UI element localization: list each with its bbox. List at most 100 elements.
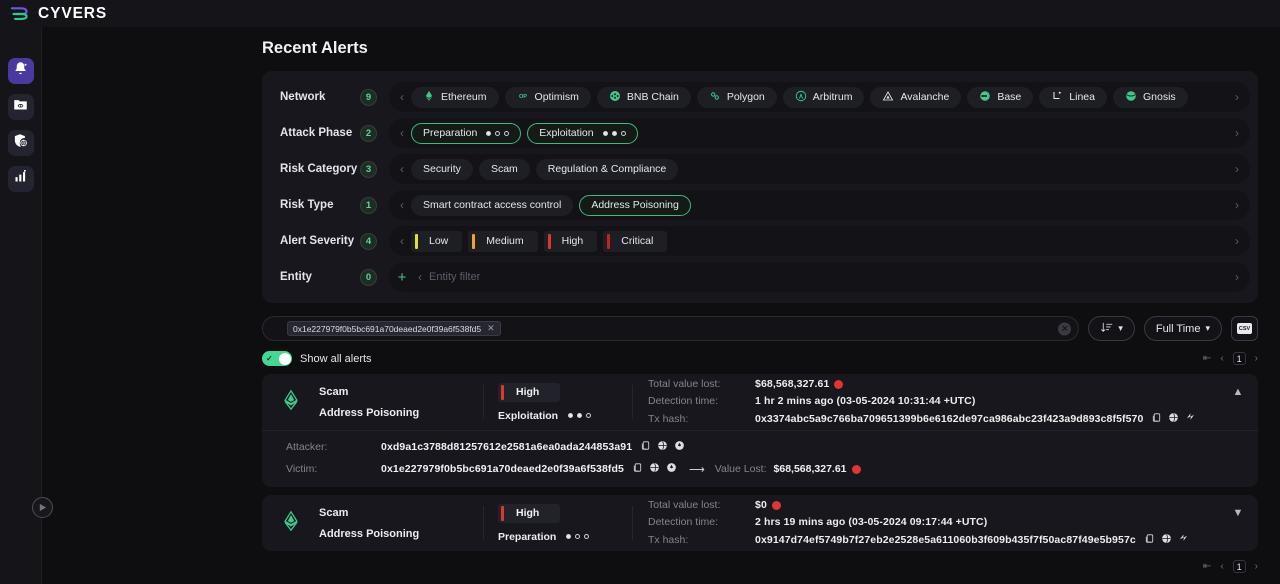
chip-polygon[interactable]: Polygon (697, 87, 777, 108)
scroll-left-icon[interactable]: ‹ (393, 90, 411, 104)
chip-regulation-compliance[interactable]: Regulation & Compliance (536, 159, 678, 180)
search-input[interactable]: 0x1e227979f0b5bc691a70deaed2e0f39a6f538f… (262, 316, 1079, 341)
alert-expand-toggle[interactable]: ▼ (1218, 495, 1258, 551)
sidebar-item-investigations[interactable] (8, 94, 34, 120)
scroll-right-icon[interactable]: › (1228, 270, 1246, 284)
page-title: Recent Alerts (262, 39, 1280, 58)
filter-track: ‹ Low Medium High Critical › (389, 226, 1250, 256)
chip-security[interactable]: Security (411, 159, 473, 180)
chip-base[interactable]: Base (967, 87, 1033, 108)
first-page-icon[interactable]: ⇤ (1203, 353, 1211, 364)
csv-export-button[interactable]: CSV (1231, 316, 1258, 341)
etherscan-icon[interactable] (666, 462, 677, 476)
chip-bnb-chain[interactable]: BNB Chain (597, 87, 691, 108)
etherscan-icon[interactable] (1178, 533, 1189, 547)
close-icon[interactable]: ✕ (487, 323, 495, 334)
chip-ethereum[interactable]: Ethereum (411, 87, 499, 108)
filter-count: 2 (360, 125, 377, 142)
sidebar-item-analytics[interactable] (8, 166, 34, 192)
chip-scam[interactable]: Scam (479, 159, 530, 180)
prev-page-icon[interactable]: ‹ (1220, 561, 1223, 572)
scroll-left-icon[interactable]: ‹ (393, 234, 411, 248)
ethereum-icon (423, 90, 435, 105)
scroll-right-icon[interactable]: › (1228, 234, 1246, 248)
scroll-right-icon[interactable]: › (1228, 90, 1246, 104)
severity-high[interactable]: High (544, 231, 598, 252)
first-page-icon[interactable]: ⇤ (1203, 561, 1211, 572)
scroll-left-icon[interactable]: ‹ (393, 126, 411, 140)
severity-medium[interactable]: Medium (468, 231, 537, 252)
current-page[interactable]: 1 (1233, 560, 1246, 573)
scroll-right-icon[interactable]: › (1228, 126, 1246, 140)
cyvers-logo-icon (10, 5, 30, 23)
severity-low[interactable]: Low (411, 231, 462, 252)
alert-collapse-toggle[interactable]: ▲ (1218, 374, 1258, 430)
scroll-left-icon[interactable]: ‹ (411, 270, 429, 284)
alert-card[interactable]: Scam Address Poisoning High Preparation … (262, 495, 1258, 551)
sidebar-item-protection[interactable] (8, 130, 34, 156)
globe-icon[interactable] (1168, 412, 1179, 426)
flow-arrow-icon: ⟶ (689, 463, 705, 476)
alert-risk-type: Address Poisoning (319, 528, 483, 540)
chip-linea[interactable]: Linea (1039, 87, 1107, 108)
alert-card-header: Scam Address Poisoning High Preparation … (262, 495, 1258, 551)
add-entity-icon[interactable]: + (393, 269, 411, 286)
filter-track: ‹ Security Scam Regulation & Compliance … (389, 154, 1250, 184)
next-page-icon[interactable]: › (1255, 353, 1258, 364)
toggle-switch[interactable]: ✓ (262, 351, 292, 366)
next-page-icon[interactable]: › (1255, 561, 1258, 572)
chip-arbitrum[interactable]: Arbitrum (783, 87, 865, 108)
chip-preparation[interactable]: Preparation (411, 123, 521, 144)
detail-key: Attacker: (286, 441, 381, 453)
sort-button[interactable]: ▾ (1088, 316, 1135, 341)
optimism-icon: OP (517, 90, 529, 105)
scroll-left-icon[interactable]: ‹ (393, 162, 411, 176)
copy-icon[interactable] (1144, 533, 1155, 547)
chip-label: Base (997, 91, 1021, 103)
main-content: Recent Alerts Network 9 ‹ Ethereum OP Op… (42, 27, 1280, 584)
filter-label: Risk Type (262, 199, 360, 211)
etherscan-icon[interactable] (1185, 412, 1196, 426)
copy-icon[interactable] (1151, 412, 1162, 426)
filter-row-network: Network 9 ‹ Ethereum OP Optimism BNB Cha… (262, 82, 1250, 112)
chip-avalanche[interactable]: Avalanche (870, 87, 961, 108)
polygon-icon (709, 90, 721, 105)
globe-icon[interactable] (657, 440, 668, 454)
chip-exploitation[interactable]: Exploitation (527, 123, 637, 144)
globe-icon[interactable] (1161, 533, 1172, 547)
copy-icon[interactable] (640, 440, 651, 454)
chip-smart-contract-access-control[interactable]: Smart contract access control (411, 195, 573, 216)
filter-track: ‹ Smart contract access control Address … (389, 190, 1250, 220)
scroll-right-icon[interactable]: › (1228, 198, 1246, 212)
globe-icon[interactable] (649, 462, 660, 476)
show-all-alerts-toggle[interactable]: ✓ Show all alerts (262, 351, 372, 366)
severity-critical[interactable]: Critical (603, 231, 667, 252)
time-filter-dropdown[interactable]: Full Time ▾ (1144, 316, 1222, 341)
copy-icon[interactable] (632, 462, 643, 476)
scroll-right-icon[interactable]: › (1228, 162, 1246, 176)
clear-circle-icon[interactable]: ✕ (1058, 322, 1071, 335)
bnb-icon (609, 90, 621, 105)
chip-optimism[interactable]: OP Optimism (505, 87, 591, 108)
entity-filter-placeholder[interactable]: Entity filter (429, 271, 480, 283)
sort-descending-icon (1100, 321, 1113, 337)
etherscan-icon[interactable] (674, 440, 685, 454)
prev-page-icon[interactable]: ‹ (1220, 353, 1223, 364)
chip-address-poisoning[interactable]: Address Poisoning (579, 195, 691, 216)
current-page[interactable]: 1 (1233, 352, 1246, 365)
sidebar-item-alerts[interactable] (8, 58, 34, 84)
alert-severity-block: High Exploitation (484, 374, 632, 430)
play-circle-icon[interactable] (32, 497, 53, 518)
alert-card[interactable]: Scam Address Poisoning High Exploitation… (262, 374, 1258, 487)
alert-detection-time-row: Detection time: 1 hr 2 mins ago (03-05-2… (648, 395, 1218, 407)
avalanche-icon (882, 90, 894, 105)
scroll-left-icon[interactable]: ‹ (393, 198, 411, 212)
alert-total-value-lost-row: Total value lost: $68,568,327.61 (648, 378, 1218, 390)
svg-text:OP: OP (519, 94, 527, 100)
filter-panel: Network 9 ‹ Ethereum OP Optimism BNB Cha… (262, 71, 1258, 303)
search-tag: 0x1e227979f0b5bc691a70deaed2e0f39a6f538f… (287, 321, 501, 336)
detail-key: Value Lost: (715, 463, 767, 475)
chip-gnosis[interactable]: Gnosis (1113, 87, 1188, 108)
filter-label: Risk Category (262, 163, 360, 175)
chip-label: Optimism (535, 91, 579, 103)
